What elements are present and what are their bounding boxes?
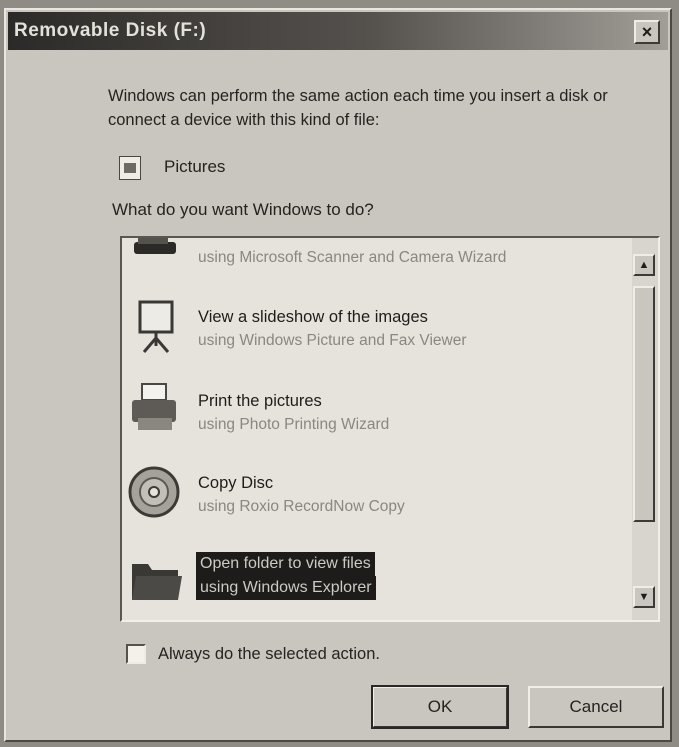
cancel-button[interactable]: Cancel (528, 686, 664, 728)
close-icon: × (641, 22, 653, 42)
list-item[interactable]: Print the pictures using Photo Printing … (122, 374, 627, 448)
printer-icon (132, 383, 176, 430)
arrow-up-icon: ▲ (638, 259, 650, 271)
action-subtitle: using Windows Explorer (196, 576, 376, 600)
content-type-label: Pictures (164, 157, 226, 176)
always-checkbox[interactable] (126, 644, 146, 664)
window-title: Removable Disk (F:) (14, 20, 207, 41)
scroll-up-button[interactable]: ▲ (633, 254, 655, 276)
folder-icon (132, 564, 182, 600)
camera-wizard-icon (134, 238, 176, 254)
list-item-selected[interactable]: Open folder to view files using Windows … (122, 544, 627, 620)
action-title: Print the pictures (198, 392, 322, 410)
action-title: View a slideshow of the images (198, 308, 428, 326)
always-checkbox-label[interactable]: Always do the selected action. (158, 645, 380, 664)
action-subtitle: using Windows Picture and Fax Viewer (198, 332, 467, 349)
vertical-scrollbar[interactable]: ▲ ▼ (632, 238, 658, 620)
title-bar[interactable]: Removable Disk (F:) × (8, 12, 668, 50)
cd-disc-icon (128, 466, 180, 518)
action-question: What do you want Windows to do? (112, 200, 374, 219)
arrow-down-icon: ▼ (638, 591, 650, 603)
action-title: Copy Disc (198, 474, 274, 492)
pictures-file-icon (119, 156, 141, 180)
autoplay-dialog: Removable Disk (F:) × Windows can perfor… (4, 8, 672, 742)
list-item[interactable]: View a slideshow of the images using Win… (122, 292, 627, 366)
action-title: Open folder to view files (196, 552, 375, 576)
projector-screen-icon (138, 300, 174, 353)
dialog-description: Windows can perform the same action each… (108, 87, 608, 129)
close-button[interactable]: × (634, 20, 660, 44)
ok-button[interactable]: OK (371, 685, 509, 729)
scroll-thumb[interactable] (633, 286, 655, 522)
action-subtitle: using Photo Printing Wizard (198, 416, 390, 433)
action-subtitle: using Roxio RecordNow Copy (198, 498, 405, 515)
list-item[interactable]: Copy Disc using Roxio RecordNow Copy (122, 456, 627, 530)
action-list[interactable]: using Microsoft Scanner and Camera Wizar… (120, 236, 660, 622)
list-item[interactable]: using Microsoft Scanner and Camera Wizar… (122, 238, 627, 282)
scroll-down-button[interactable]: ▼ (633, 586, 655, 608)
action-subtitle: using Microsoft Scanner and Camera Wizar… (198, 249, 507, 266)
